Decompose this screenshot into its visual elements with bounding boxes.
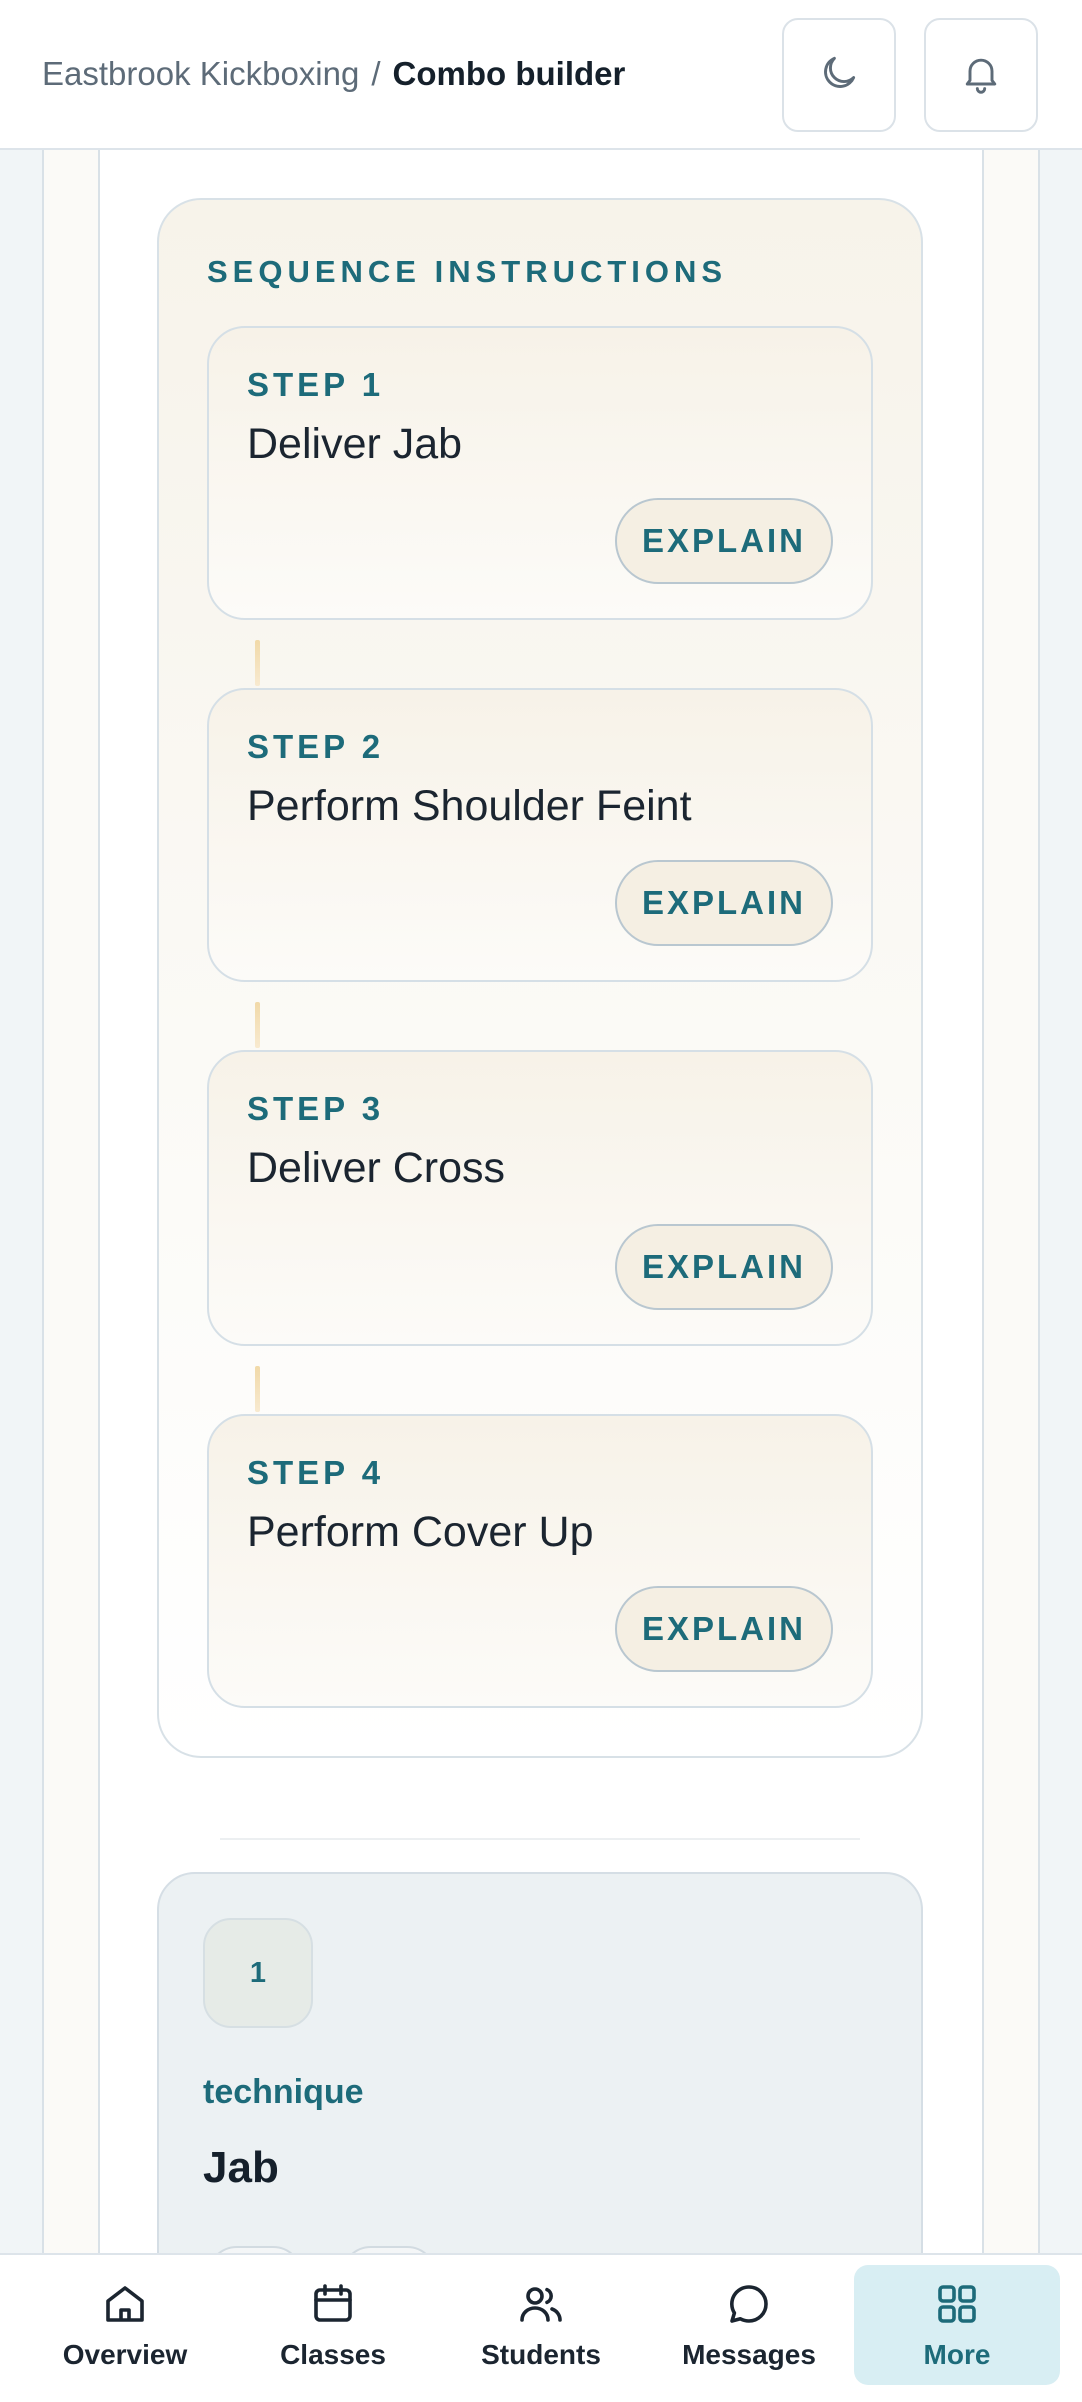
grid-icon [932, 2279, 982, 2329]
explain-button-step-3[interactable]: EXPLAIN [615, 1224, 833, 1310]
step-text: Perform Cover Up [247, 1508, 594, 1556]
nav-overview[interactable]: Overview [22, 2265, 228, 2385]
step-text: Deliver Cross [247, 1144, 506, 1192]
message-icon [724, 2279, 774, 2329]
section-divider [220, 1838, 860, 1840]
nav-messages[interactable]: Messages [646, 2265, 852, 2385]
step-connector [255, 640, 260, 686]
step-card-1: STEP 1 Deliver Jab EXPLAIN [207, 326, 873, 620]
home-icon [100, 2279, 150, 2329]
calendar-icon [308, 2279, 358, 2329]
step-label: STEP 3 [247, 1090, 385, 1127]
step-label: STEP 1 [247, 366, 385, 403]
step-label: STEP 2 [247, 728, 385, 765]
technique-number-badge: 1 [203, 1918, 313, 2028]
nav-classes[interactable]: Classes [230, 2265, 436, 2385]
nav-label: Classes [280, 2339, 386, 2370]
notifications-button[interactable] [924, 18, 1038, 132]
nav-students[interactable]: Students [438, 2265, 644, 2385]
nav-label: Messages [682, 2339, 816, 2370]
breadcrumb-parent[interactable]: Eastbrook Kickboxing [42, 55, 359, 93]
explain-button-step-2[interactable]: EXPLAIN [615, 860, 833, 946]
step-connector [255, 1366, 260, 1412]
moon-icon [817, 51, 861, 100]
nav-label: Overview [62, 2339, 188, 2370]
step-connector [255, 1002, 260, 1048]
explain-button-step-4[interactable]: EXPLAIN [615, 1586, 833, 1672]
explain-button-step-1[interactable]: EXPLAIN [615, 498, 833, 584]
step-text: Deliver Jab [247, 420, 463, 468]
theme-toggle-button[interactable] [782, 18, 896, 132]
step-card-4: STEP 4 Perform Cover Up EXPLAIN [207, 1414, 873, 1708]
nav-more[interactable]: More [854, 2265, 1060, 2385]
breadcrumb-current: Combo builder [392, 55, 626, 92]
step-text: Perform Shoulder Feint [247, 782, 692, 830]
step-card-2: STEP 2 Perform Shoulder Feint EXPLAIN [207, 688, 873, 982]
bell-icon [959, 51, 1003, 100]
sequence-title: SEQUENCE INSTRUCTIONS [207, 254, 728, 289]
users-icon [516, 2279, 566, 2329]
top-header: Eastbrook Kickboxing / Combo builder [0, 0, 1082, 150]
nav-label: Students [481, 2339, 601, 2370]
technique-name: Jab [203, 2143, 279, 2192]
step-label: STEP 4 [247, 1454, 385, 1491]
breadcrumb-separator: / [371, 55, 381, 92]
technique-category: technique [203, 2073, 364, 2111]
nav-label: More [923, 2339, 991, 2370]
step-card-3: STEP 3 Deliver Cross EXPLAIN [207, 1050, 873, 1346]
